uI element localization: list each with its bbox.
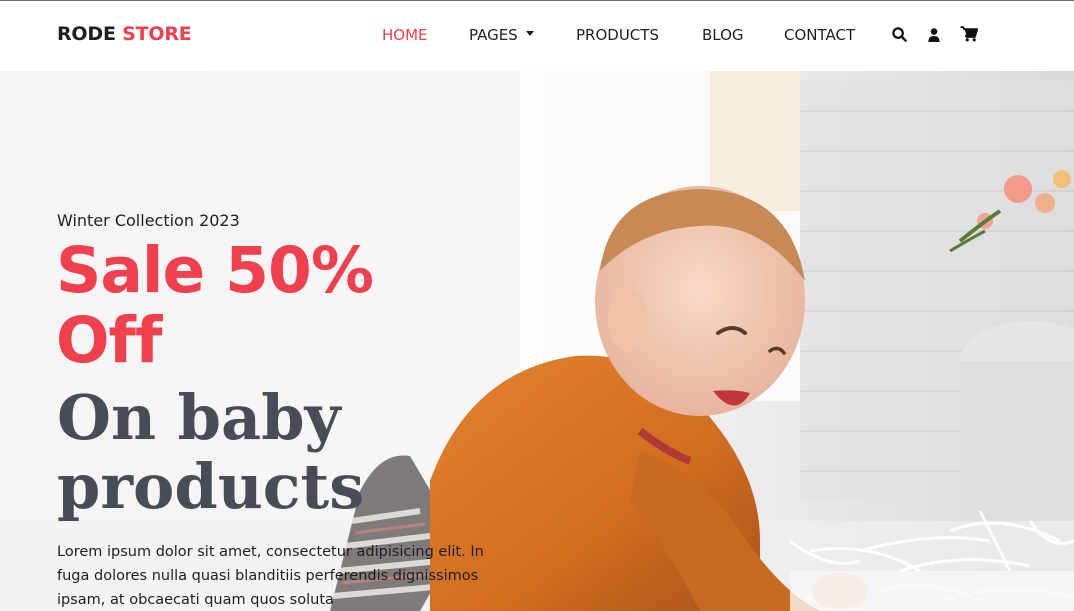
hero-eyebrow: Winter Collection 2023 [57, 211, 240, 230]
brand-word-1: RODE [57, 23, 116, 45]
nav-pages-label: PAGES [469, 26, 518, 44]
hero-headline: Sale 50% Off [56, 234, 374, 377]
hero-body-text: Lorem ipsum dolor sit amet, consectetur … [57, 544, 484, 608]
top-navbar: RODE STORE HOME PAGES PRODUCTS BLOG CONT… [0, 0, 1074, 71]
nav-products[interactable]: PRODUCTS [576, 26, 659, 44]
brand-word-2: STORE [122, 23, 192, 45]
nav-pages-dropdown[interactable]: PAGES [469, 26, 534, 44]
nav-blog[interactable]: BLOG [702, 26, 744, 44]
hero-subhead: On baby products [57, 381, 365, 523]
nav-home[interactable]: HOME [382, 26, 428, 44]
user-icon[interactable] [928, 28, 940, 47]
brand-logo[interactable]: RODE STORE [57, 23, 192, 45]
search-icon[interactable] [892, 27, 907, 47]
nav-contact[interactable]: CONTACT [784, 26, 855, 44]
hero-section: Winter Collection 2023 Sale 50% Off On b… [0, 71, 1074, 611]
caret-down-icon [525, 31, 534, 36]
cart-icon[interactable] [960, 26, 979, 47]
